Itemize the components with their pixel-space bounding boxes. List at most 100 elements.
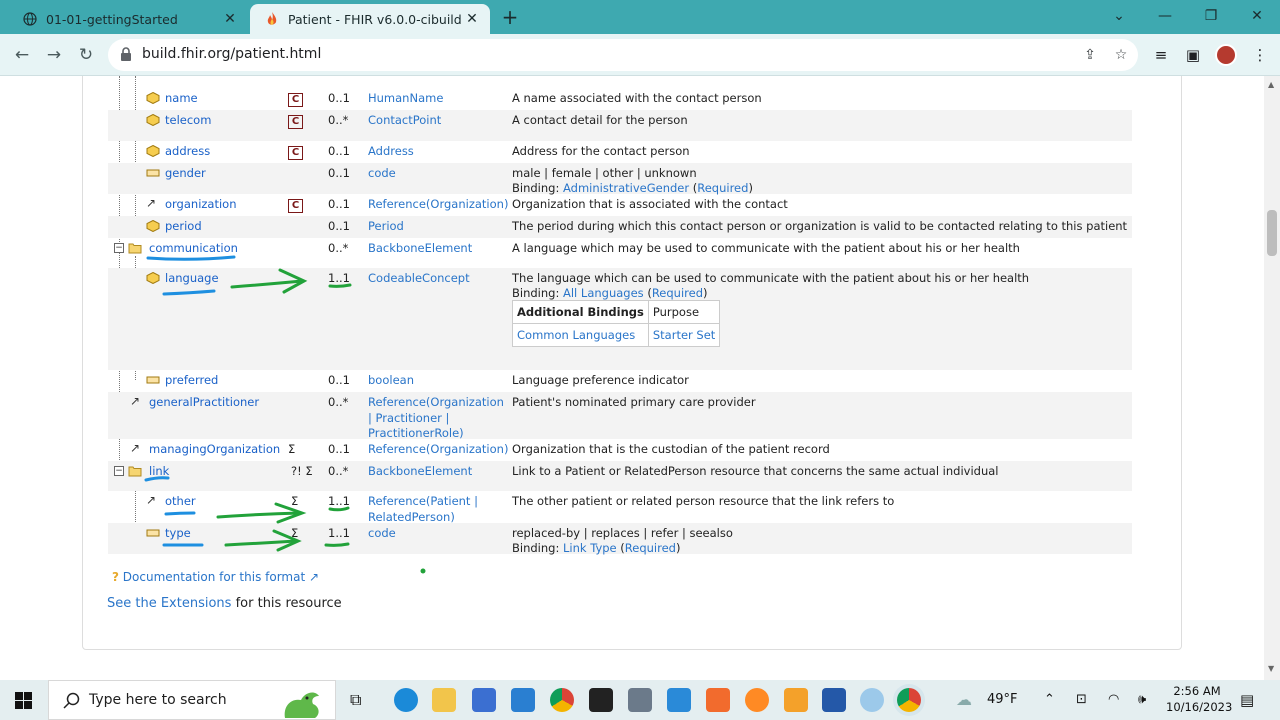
back-arrow-icon[interactable]: ← (10, 43, 34, 67)
element-name[interactable]: generalPractitioner (149, 395, 259, 409)
element-type[interactable]: code (368, 526, 396, 540)
additional-bindings-table: Additional Bindings Purpose Common Langu… (512, 300, 721, 347)
element-type: Reference(Organization) (368, 197, 509, 211)
d-app-icon[interactable] (860, 688, 884, 712)
volume-icon[interactable]: 🕪 (1138, 680, 1146, 720)
close-tab-icon[interactable]: ✕ (462, 9, 482, 29)
reference-arrow-icon: ↗ (130, 441, 141, 455)
complex-type-icon (146, 114, 160, 126)
binding-link[interactable]: AdministrativeGender (563, 181, 689, 195)
tab-search-chevron-icon[interactable]: ⌄ (1096, 0, 1142, 34)
new-tab-button[interactable]: + (498, 5, 522, 29)
table-row: language 1..1 CodeableConcept The langua… (108, 268, 1132, 370)
element-name[interactable]: preferred (165, 373, 218, 387)
element-type[interactable]: CodeableConcept (368, 271, 470, 285)
complex-type-icon (146, 220, 160, 232)
binding-strength[interactable]: Required (697, 181, 748, 195)
share-icon[interactable]: ⇪ (1080, 45, 1100, 65)
sublime-icon[interactable] (784, 688, 808, 712)
table-row: address C 0..1 Address Address for the c… (108, 141, 1132, 163)
tab-patient[interactable]: Patient - FHIR v6.0.0-cibuild ✕ (250, 4, 490, 34)
close-window-button[interactable]: ✕ (1234, 0, 1280, 34)
terminal-icon[interactable] (589, 688, 613, 712)
mail-icon[interactable] (511, 688, 535, 712)
tray-chevron-up-icon[interactable]: ⌃ (1044, 680, 1055, 720)
address-bar[interactable]: build.fhir.org/patient.html ⇪ ☆ (108, 39, 1138, 71)
windows-start-icon[interactable] (15, 692, 32, 709)
vscode-icon[interactable] (667, 688, 691, 712)
side-panel-icon[interactable]: ▣ (1183, 45, 1203, 65)
element-name[interactable]: other (165, 494, 196, 508)
tab-getting-started[interactable]: 01-01-gettingStarted ✕ (8, 4, 248, 34)
collapse-toggle-icon[interactable]: − (114, 466, 124, 476)
menu-kebab-icon[interactable]: ⋮ (1250, 45, 1270, 65)
summary-flag: Σ (288, 442, 296, 456)
notifications-icon[interactable]: ▤ (1240, 680, 1254, 720)
binding-link[interactable]: All Languages (563, 286, 644, 300)
chrome-active-icon[interactable] (897, 688, 921, 712)
vertical-scrollbar[interactable]: ▲ ▼ (1264, 76, 1280, 680)
firefox-icon[interactable] (745, 688, 769, 712)
weather-temp[interactable]: 49°F (987, 680, 1018, 720)
reading-list-icon[interactable]: ≡ (1151, 45, 1171, 65)
element-type[interactable]: HumanName (368, 91, 443, 105)
element-type[interactable]: Address (368, 144, 414, 158)
element-name[interactable]: period (165, 219, 202, 233)
element-name[interactable]: link (149, 464, 169, 478)
element-name[interactable]: name (165, 91, 198, 105)
element-name[interactable]: gender (165, 166, 206, 180)
element-type[interactable]: Period (368, 219, 404, 233)
taskbar-search[interactable]: Type here to search (48, 680, 336, 720)
element-name[interactable]: managingOrganization (149, 442, 280, 456)
edge-icon[interactable] (394, 688, 418, 712)
close-tab-icon[interactable]: ✕ (220, 9, 240, 29)
remote-desktop-icon[interactable] (628, 688, 652, 712)
purpose-link[interactable]: Starter Set (647, 323, 721, 347)
powershell-icon[interactable] (822, 688, 846, 712)
chrome-icon[interactable] (550, 688, 574, 712)
element-type[interactable]: boolean (368, 373, 414, 387)
bookmark-star-icon[interactable]: ☆ (1111, 45, 1131, 65)
reference-arrow-icon: ↗ (130, 394, 141, 408)
scroll-up-icon[interactable]: ▲ (1268, 80, 1274, 89)
collapse-toggle-icon[interactable]: − (114, 243, 124, 253)
reload-icon[interactable]: ↻ (74, 43, 98, 67)
task-view-icon[interactable]: ⧉ (350, 680, 361, 720)
binding-link[interactable]: Link Type (563, 541, 617, 555)
element-type[interactable]: code (368, 166, 396, 180)
help-question-icon: ? (112, 570, 119, 584)
brave-icon[interactable] (706, 688, 730, 712)
restore-button[interactable]: ❐ (1188, 0, 1234, 34)
file-explorer-icon[interactable] (432, 688, 456, 712)
element-type[interactable]: BackboneElement (368, 464, 472, 478)
binding-strength[interactable]: Required (652, 286, 703, 300)
scroll-down-icon[interactable]: ▼ (1268, 664, 1274, 673)
store-icon[interactable] (472, 688, 496, 712)
element-type[interactable]: BackboneElement (368, 241, 472, 255)
element-type[interactable]: Reference(Organization | Practitioner | Pr… (368, 395, 504, 442)
forward-arrow-icon[interactable]: → (42, 43, 66, 67)
element-name[interactable]: language (165, 271, 219, 285)
element-name[interactable]: organization (165, 197, 237, 211)
tray-device-icon[interactable]: ⊡ (1076, 680, 1087, 720)
constraint-flag: C (288, 113, 303, 129)
binding-strength[interactable]: Required (625, 541, 676, 555)
element-name[interactable]: type (165, 526, 191, 540)
extensions-link[interactable]: See the Extensions (107, 596, 231, 611)
clock[interactable]: 2:56 AM 10/16/2023 (1166, 683, 1232, 715)
scrollbar-thumb[interactable] (1267, 210, 1277, 256)
element-type[interactable]: ContactPoint (368, 113, 441, 127)
documentation-link[interactable]: ? Documentation for this format ↗ (112, 570, 319, 584)
profile-avatar[interactable] (1215, 44, 1237, 66)
minimize-button[interactable]: — (1142, 0, 1188, 34)
element-name[interactable]: address (165, 144, 210, 158)
valueset-link[interactable]: Common Languages (512, 323, 649, 347)
weather-cloud-icon: ☁ (956, 690, 972, 709)
wifi-icon[interactable]: ◠ (1108, 680, 1119, 720)
cardinality: 0..1 (328, 373, 350, 387)
element-type[interactable]: Reference(Patient | RelatedPerson) (368, 494, 478, 525)
element-name[interactable]: telecom (165, 113, 211, 127)
folder-icon (128, 243, 142, 254)
extensions-line: See the Extensions for this resource (107, 596, 342, 611)
element-name[interactable]: communication (149, 241, 238, 255)
